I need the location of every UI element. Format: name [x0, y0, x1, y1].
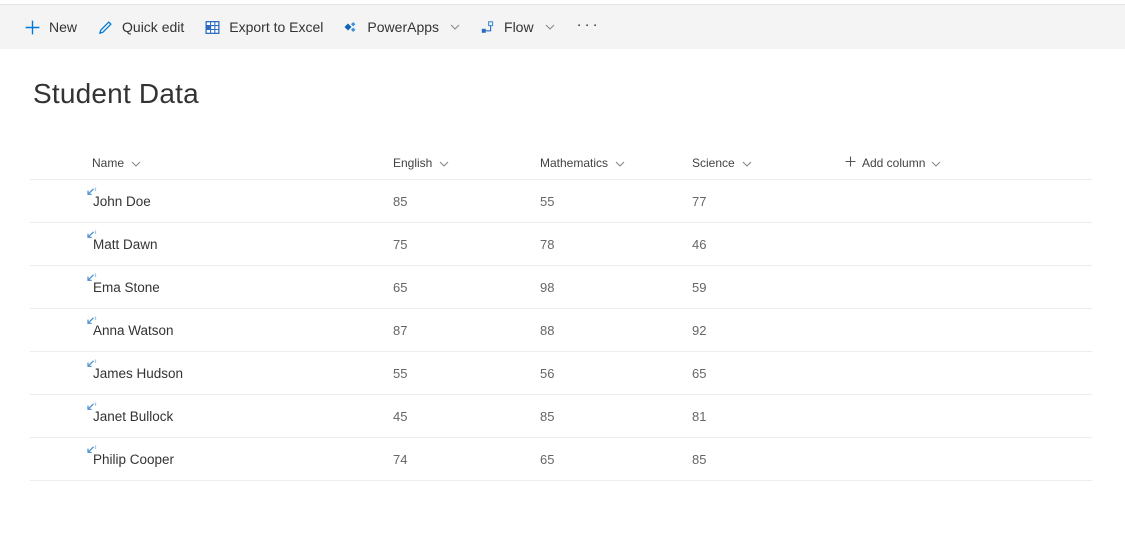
english-score: 85 [393, 193, 408, 209]
column-header-mathematics-label: Mathematics [540, 155, 609, 170]
english-score: 87 [393, 322, 408, 338]
student-name-link[interactable]: Philip Cooper [93, 452, 174, 467]
science-score: 92 [692, 322, 707, 338]
more-commands-button[interactable]: ··· [565, 5, 613, 50]
student-name-link[interactable]: James Hudson [93, 366, 183, 381]
chevron-down-icon [131, 156, 141, 170]
student-name-link[interactable]: Matt Dawn [93, 237, 158, 252]
page-title: Student Data [33, 78, 199, 109]
science-score: 65 [692, 365, 707, 381]
command-flow[interactable]: Flow [470, 5, 565, 50]
ellipsis-icon: ··· [576, 15, 601, 33]
student-name-link[interactable]: John Doe [93, 194, 151, 209]
table-row[interactable]: James Hudson 55 56 65 [30, 352, 1092, 395]
list-rows: John Doe 85 55 77 Matt Dawn 75 78 46 Ema… [30, 180, 1092, 481]
command-export-to-excel[interactable]: Export to Excel [194, 5, 333, 50]
table-row[interactable]: John Doe 85 55 77 [30, 180, 1092, 223]
mathematics-score: 55 [540, 193, 555, 209]
flow-icon [480, 19, 496, 35]
open-item-arrow-icon [85, 187, 97, 199]
mathematics-score: 65 [540, 451, 555, 467]
english-score: 74 [393, 451, 408, 467]
name-cell: Ema Stone [30, 273, 393, 295]
table-row[interactable]: Anna Watson 87 88 92 [30, 309, 1092, 352]
table-row[interactable]: Matt Dawn 75 78 46 [30, 223, 1092, 266]
chevron-down-icon [439, 156, 449, 170]
command-bar: New Quick edit Export to Excel PowerApps Flo… [0, 4, 1125, 49]
mathematics-score: 98 [540, 279, 555, 295]
plus-icon [845, 156, 856, 170]
column-header-science-label: Science [692, 155, 735, 170]
open-item-arrow-icon [85, 273, 97, 285]
command-label: Quick edit [122, 19, 185, 35]
command-label: Flow [504, 19, 534, 35]
chevron-down-icon [742, 156, 752, 170]
command-powerapps[interactable]: PowerApps [333, 5, 470, 50]
column-header-science[interactable]: Science [692, 156, 845, 170]
name-cell: James Hudson [30, 359, 393, 381]
mathematics-score: 88 [540, 322, 555, 338]
column-header-english[interactable]: English [393, 156, 540, 170]
command-label: Export to Excel [229, 19, 324, 35]
science-score: 85 [692, 451, 707, 467]
table-row[interactable]: Philip Cooper 74 65 85 [30, 438, 1092, 481]
chevron-down-icon [615, 156, 625, 170]
pencil-icon [97, 19, 114, 36]
command-quick-edit[interactable]: Quick edit [87, 5, 194, 50]
student-list: Name English Mathematics Science Add col… [30, 146, 1092, 481]
english-score: 65 [393, 279, 408, 295]
add-column-button[interactable]: Add column [845, 156, 1092, 170]
command-label: New [49, 19, 78, 35]
add-column-label: Add column [862, 155, 926, 170]
command-new[interactable]: New [14, 5, 87, 50]
powerapps-icon [343, 19, 359, 35]
open-item-arrow-icon [85, 445, 97, 457]
science-score: 81 [692, 408, 707, 424]
mathematics-score: 85 [540, 408, 555, 424]
science-score: 59 [692, 279, 707, 295]
student-name-link[interactable]: Anna Watson [93, 323, 174, 338]
chevron-down-icon [931, 156, 941, 170]
mathematics-score: 78 [540, 236, 555, 252]
excel-icon [204, 19, 221, 36]
open-item-arrow-icon [85, 359, 97, 371]
science-score: 77 [692, 193, 707, 209]
student-name-link[interactable]: Janet Bullock [93, 409, 173, 424]
table-row[interactable]: Janet Bullock 45 85 81 [30, 395, 1092, 438]
list-header-row: Name English Mathematics Science Add col… [30, 146, 1092, 180]
student-name-link[interactable]: Ema Stone [93, 280, 160, 295]
english-score: 75 [393, 236, 408, 252]
plus-icon [24, 19, 41, 36]
command-label: PowerApps [367, 19, 440, 35]
english-score: 55 [393, 365, 408, 381]
name-cell: John Doe [30, 187, 393, 209]
column-header-english-label: English [393, 155, 433, 170]
column-header-name-label: Name [92, 155, 125, 170]
chevron-down-icon [450, 24, 460, 30]
name-cell: Janet Bullock [30, 402, 393, 424]
name-cell: Anna Watson [30, 316, 393, 338]
science-score: 46 [692, 236, 707, 252]
chevron-down-icon [545, 24, 555, 30]
name-cell: Philip Cooper [30, 445, 393, 467]
column-header-name[interactable]: Name [30, 156, 393, 170]
open-item-arrow-icon [85, 402, 97, 414]
column-header-mathematics[interactable]: Mathematics [540, 156, 692, 170]
mathematics-score: 56 [540, 365, 555, 381]
english-score: 45 [393, 408, 408, 424]
open-item-arrow-icon [85, 230, 97, 242]
open-item-arrow-icon [85, 316, 97, 328]
table-row[interactable]: Ema Stone 65 98 59 [30, 266, 1092, 309]
name-cell: Matt Dawn [30, 230, 393, 252]
